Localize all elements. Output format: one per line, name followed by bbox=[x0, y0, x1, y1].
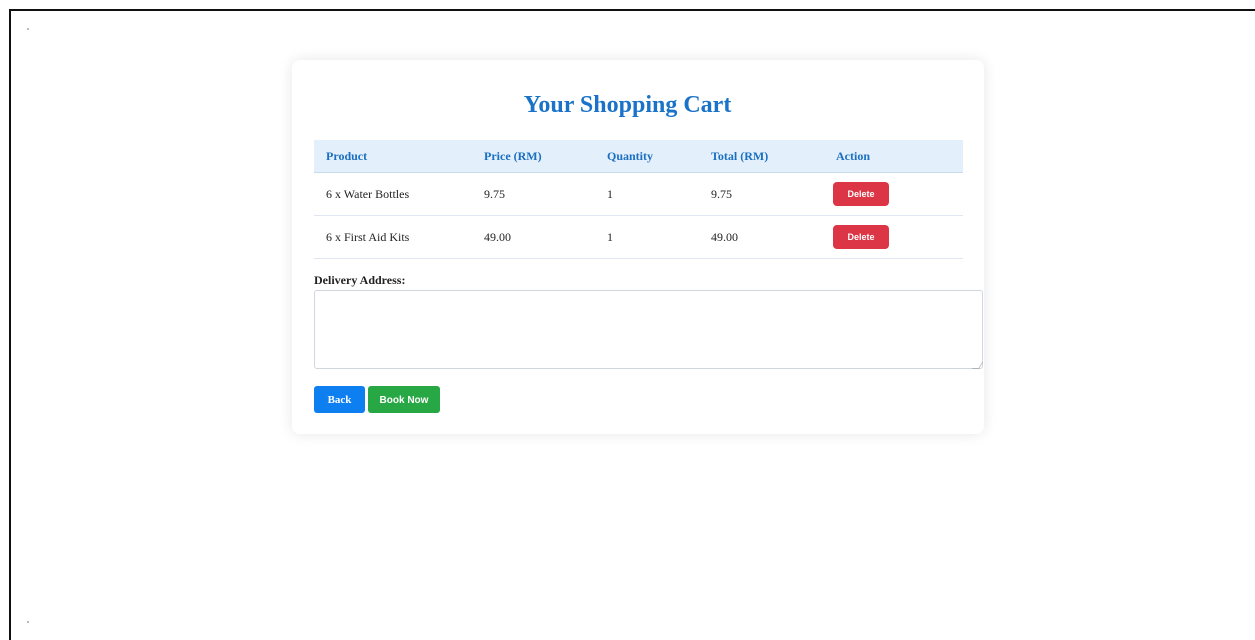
column-header-product: Product bbox=[314, 140, 472, 173]
cell-price: 9.75 bbox=[472, 172, 595, 216]
cell-product: 6 x Water Bottles bbox=[314, 172, 472, 216]
table-row: 6 x First Aid Kits 49.00 1 49.00 Delete bbox=[314, 215, 963, 259]
delivery-address-label: Delivery Address: bbox=[314, 273, 406, 287]
column-header-price: Price (RM) bbox=[472, 140, 595, 173]
cell-product: 6 x First Aid Kits bbox=[314, 215, 472, 259]
cell-quantity: 1 bbox=[595, 172, 699, 216]
column-header-action: Action bbox=[824, 140, 963, 173]
table-header-row: Product Price (RM) Quantity Total (RM) A… bbox=[314, 140, 963, 173]
table-row: 6 x Water Bottles 9.75 1 9.75 Delete bbox=[314, 172, 963, 216]
back-button[interactable]: Back bbox=[314, 386, 365, 413]
cell-action: Delete bbox=[824, 215, 963, 259]
cart-table: Product Price (RM) Quantity Total (RM) A… bbox=[314, 140, 963, 259]
cell-total: 9.75 bbox=[699, 172, 824, 216]
column-header-quantity: Quantity bbox=[595, 140, 699, 173]
corner-dot bbox=[27, 621, 29, 623]
column-header-total: Total (RM) bbox=[699, 140, 824, 173]
cell-action: Delete bbox=[824, 172, 963, 216]
corner-dot bbox=[27, 28, 29, 30]
delete-button[interactable]: Delete bbox=[833, 182, 889, 206]
cell-quantity: 1 bbox=[595, 215, 699, 259]
cell-total: 49.00 bbox=[699, 215, 824, 259]
cell-price: 49.00 bbox=[472, 215, 595, 259]
page-title: Your Shopping Cart bbox=[523, 92, 732, 118]
delete-button[interactable]: Delete bbox=[833, 225, 889, 249]
delivery-address-input[interactable] bbox=[314, 290, 983, 369]
book-now-button[interactable]: Book Now bbox=[368, 386, 440, 413]
